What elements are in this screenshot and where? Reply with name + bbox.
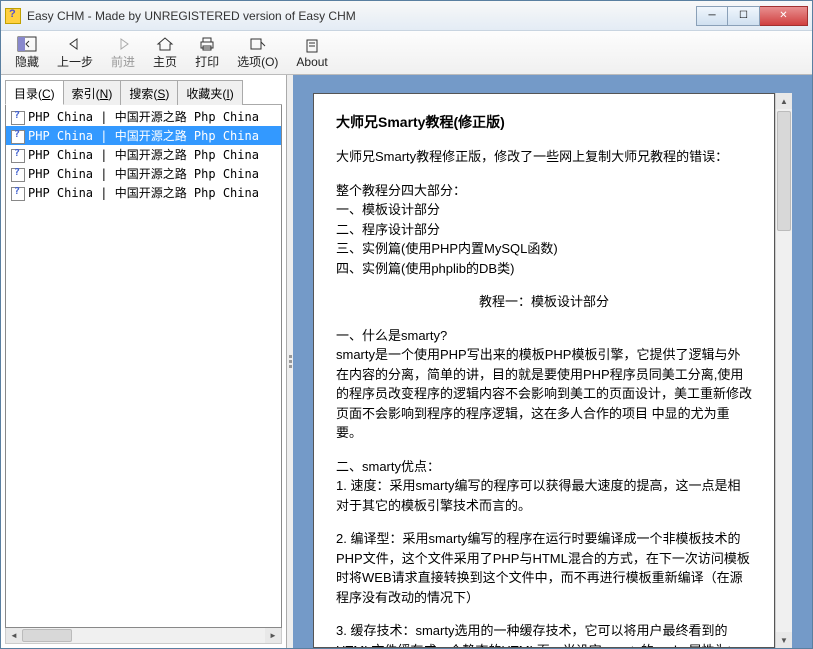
navigation-panel: 目录(C) 索引(N) 搜索(S) 收藏夹(I) PHP China | 中国开… xyxy=(1,75,287,648)
help-page-icon xyxy=(10,167,26,181)
forward-icon xyxy=(113,35,133,53)
tree-item[interactable]: PHP China | 中国开源之路 Php China xyxy=(6,126,281,145)
titlebar[interactable]: Easy CHM - Made by UNREGISTERED version … xyxy=(1,1,812,31)
content-document[interactable]: 大师兄Smarty教程(修正版) 大师兄Smarty教程修正版，修改了一些网上复… xyxy=(313,93,775,648)
tree-item[interactable]: PHP China | 中国开源之路 Php China xyxy=(6,107,281,126)
minimize-button[interactable]: ─ xyxy=(696,6,728,26)
print-icon xyxy=(197,35,217,53)
app-window: Easy CHM - Made by UNREGISTERED version … xyxy=(0,0,813,649)
intro-text: 大师兄Smarty教程修正版，修改了一些网上复制大师兄教程的错误： xyxy=(336,147,752,167)
parts-list: 整个教程分四大部分：一、模板设计部分二、程序设计部分三、实例篇(使用PHP内置M… xyxy=(336,181,752,279)
tree-item[interactable]: PHP China | 中国开源之路 Php China xyxy=(6,164,281,183)
back-icon xyxy=(65,35,85,53)
back-button[interactable]: 上一步 xyxy=(49,33,101,72)
help-page-icon xyxy=(10,129,26,143)
tree-item[interactable]: PHP China | 中国开源之路 Php China xyxy=(6,183,281,202)
help-page-icon xyxy=(10,186,26,200)
page-title: 大师兄Smarty教程(修正版) xyxy=(336,112,752,133)
tree-item-label: PHP China | 中国开源之路 Php China xyxy=(28,184,259,201)
home-icon xyxy=(155,35,175,53)
section-paragraph: 1. 速度：采用smarty编写的程序可以获得最大速度的提高，这一点是相对于其它… xyxy=(336,476,752,515)
home-button[interactable]: 主页 xyxy=(145,33,185,72)
horizontal-scrollbar[interactable]: ◄ ► xyxy=(5,628,282,644)
vertical-scrollbar[interactable]: ▲ ▼ xyxy=(775,93,792,648)
subtitle: 教程一：模板设计部分 xyxy=(336,292,752,312)
scroll-left-arrow[interactable]: ◄ xyxy=(6,628,22,643)
scroll-up-arrow[interactable]: ▲ xyxy=(776,93,792,109)
forward-button[interactable]: 前进 xyxy=(103,33,143,72)
main-area: 目录(C) 索引(N) 搜索(S) 收藏夹(I) PHP China | 中国开… xyxy=(1,75,812,648)
app-icon xyxy=(5,8,21,24)
tree-item-label: PHP China | 中国开源之路 Php China xyxy=(28,146,259,163)
maximize-button[interactable]: ☐ xyxy=(728,6,760,26)
scroll-thumb[interactable] xyxy=(22,629,72,642)
content-panel: 大师兄Smarty教程(修正版) 大师兄Smarty教程修正版，修改了一些网上复… xyxy=(293,75,812,648)
help-page-icon xyxy=(10,148,26,162)
tab-favorites[interactable]: 收藏夹(I) xyxy=(177,80,242,105)
options-icon xyxy=(248,35,268,53)
close-button[interactable]: ✕ xyxy=(760,6,808,26)
about-button[interactable]: About xyxy=(288,35,335,71)
scroll-down-arrow[interactable]: ▼ xyxy=(776,632,792,648)
tree-item[interactable]: PHP China | 中国开源之路 Php China xyxy=(6,145,281,164)
tree-item-label: PHP China | 中国开源之路 Php China xyxy=(28,127,259,144)
section-paragraph: 3. 缓存技术：smarty选用的一种缓存技术，它可以将用户最终看到的HTML文… xyxy=(336,621,752,648)
hide-icon xyxy=(17,35,37,53)
about-icon xyxy=(302,37,322,55)
print-button[interactable]: 打印 xyxy=(187,33,227,72)
tab-search[interactable]: 搜索(S) xyxy=(120,80,178,105)
tree-item-label: PHP China | 中国开源之路 Php China xyxy=(28,165,259,182)
hide-button[interactable]: 隐藏 xyxy=(7,33,47,72)
window-title: Easy CHM - Made by UNREGISTERED version … xyxy=(27,9,696,23)
contents-tree[interactable]: PHP China | 中国开源之路 Php China PHP China | … xyxy=(5,105,282,628)
help-page-icon xyxy=(10,110,26,124)
tab-index[interactable]: 索引(N) xyxy=(63,80,122,105)
tab-contents[interactable]: 目录(C) xyxy=(5,80,64,105)
toolbar: 隐藏 上一步 前进 主页 打印 选项(O) About xyxy=(1,31,812,75)
sections: 一、什么是smarty?smarty是一个使用PHP写出来的模板PHP模板引擎，… xyxy=(336,326,752,649)
options-button[interactable]: 选项(O) xyxy=(229,33,286,72)
section-paragraph: 2. 编译型：采用smarty编写的程序在运行时要编译成一个非模板技术的PHP文… xyxy=(336,529,752,607)
scroll-right-arrow[interactable]: ► xyxy=(265,628,281,643)
section-paragraph: smarty是一个使用PHP写出来的模板PHP模板引擎，它提供了逻辑与外在内容的… xyxy=(336,345,752,443)
vscroll-thumb[interactable] xyxy=(777,111,791,231)
nav-tabs: 目录(C) 索引(N) 搜索(S) 收藏夹(I) xyxy=(5,79,282,105)
tree-item-label: PHP China | 中国开源之路 Php China xyxy=(28,108,259,125)
